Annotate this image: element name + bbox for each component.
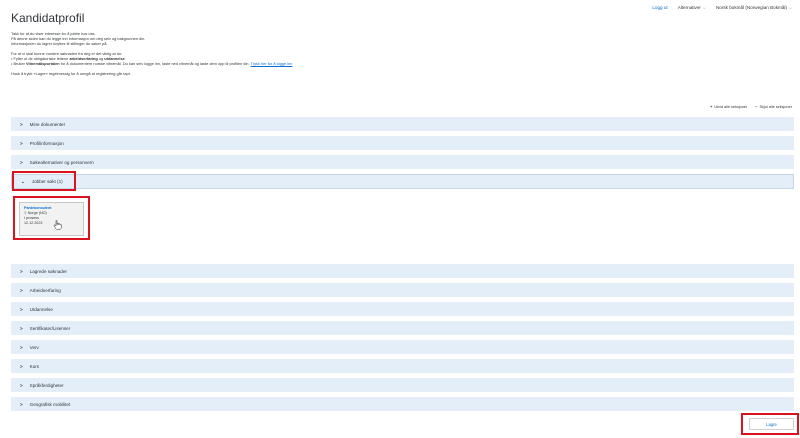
- save-button[interactable]: Lagre: [749, 418, 794, 430]
- section-label: Utdannelse: [29, 306, 53, 312]
- expand-all-button[interactable]: + Utvid alle seksjoner: [710, 105, 747, 109]
- chevron-right-icon: >: [20, 121, 23, 127]
- intro-line: Husk å trykk «Lagre» regelmessig for å u…: [11, 71, 131, 76]
- collapse-all-label: Skjul alle seksjoner: [759, 105, 793, 109]
- section-label: Språkferdigheter: [29, 382, 64, 388]
- chevron-right-icon: >: [20, 306, 23, 312]
- jobber-sokt-content: [11, 190, 794, 262]
- bullet-bold: Vitnemålsportalen: [26, 61, 60, 66]
- section-label: Sertifikater/Lisenser: [29, 325, 71, 331]
- section-mine-dokumenter[interactable]: > Mine dokumenter: [11, 117, 794, 132]
- plus-icon: +: [710, 105, 713, 109]
- chevron-right-icon: >: [20, 159, 23, 165]
- section-label: Arbeidserfaring: [29, 287, 61, 293]
- chevron-right-icon: >: [20, 268, 23, 274]
- logout-link[interactable]: Logg ut: [652, 5, 667, 10]
- location-text: Norge (NO): [27, 211, 47, 215]
- location-pin-icon: ⚲: [24, 211, 27, 215]
- section-utdannelse[interactable]: > Utdannelse: [11, 302, 794, 317]
- job-date: 12.12.2023: [24, 221, 43, 225]
- language-label: Norsk bokmål (Norwegian Bokmål): [715, 5, 787, 10]
- page-title: Kandidatprofil: [11, 11, 85, 25]
- section-jobber-sokt[interactable]: ⌄ Jobber søkt (1): [11, 174, 794, 189]
- section-label: Mine dokumenter: [29, 121, 66, 127]
- bullet-text: for å dokumentere norske vitnemål. Du ka…: [59, 61, 251, 66]
- section-geografisk-mobilitet[interactable]: > Geografisk mobilitet: [11, 397, 794, 412]
- section-lagrede-soknader[interactable]: > Lagrede søknader: [11, 264, 794, 279]
- top-bar: Logg ut Alternativer ⌵ Norsk bokmål (Nor…: [652, 5, 792, 10]
- job-application-card[interactable]: Pantekonsulent ⚲Norge (NO) I prosess 12.…: [19, 202, 84, 236]
- expand-all-label: Utvid alle seksjoner: [714, 105, 748, 109]
- intro-text: Takk for at du viser interesse for å job…: [11, 31, 571, 76]
- expand-controls: + Utvid alle seksjoner − Skjul alle seksjo…: [710, 105, 792, 109]
- section-label: Lagrede søknader: [29, 268, 67, 274]
- chevron-right-icon: >: [20, 344, 23, 350]
- chevron-right-icon: >: [20, 140, 23, 146]
- section-kurs[interactable]: > Kurs: [11, 359, 794, 374]
- chevron-right-icon: >: [20, 363, 23, 369]
- section-label: Geografisk mobilitet: [29, 401, 71, 407]
- section-sprakferdigheter[interactable]: > Språkferdigheter: [11, 378, 794, 393]
- section-label: Søkealternativer og personvern: [29, 159, 94, 165]
- alternatives-menu[interactable]: Alternativer ⌵: [678, 5, 706, 10]
- chevron-right-icon: >: [20, 401, 23, 407]
- minus-icon: −: [755, 105, 758, 109]
- section-sokealternativer[interactable]: > Søkealternativer og personvern: [11, 155, 794, 170]
- section-label: Jobber søkt (1): [31, 179, 63, 184]
- requirements-list: Fyller ut de obligatoriske feltene arbei…: [11, 56, 571, 66]
- alternatives-label: Alternativer: [677, 5, 701, 10]
- language-menu[interactable]: Norsk bokmål (Norwegian Bokmål) ⌵: [716, 5, 792, 10]
- section-label: Profilinformasjon: [29, 140, 64, 146]
- section-verv[interactable]: > Verv: [11, 340, 794, 355]
- section-arbeidserfaring[interactable]: > Arbeidserfaring: [11, 283, 794, 298]
- collapse-all-button[interactable]: − Skjul alle seksjoner: [755, 105, 792, 109]
- login-portal-link[interactable]: Trykk her for å logge inn: [251, 61, 293, 66]
- hand-cursor-icon: [53, 220, 62, 230]
- chevron-right-icon: >: [20, 325, 23, 331]
- chevron-right-icon: >: [20, 287, 23, 293]
- section-profilinformasjon[interactable]: > Profilinformasjon: [11, 136, 794, 151]
- section-label: Verv: [29, 344, 39, 350]
- chevron-right-icon: >: [20, 382, 23, 388]
- section-sertifikater[interactable]: > Sertifikater/Lisenser: [11, 321, 794, 336]
- chevron-down-icon: ⌵: [702, 5, 706, 10]
- chevron-down-icon: ⌄: [21, 178, 25, 184]
- chevron-down-icon: ⌵: [788, 5, 792, 10]
- section-label: Kurs: [29, 363, 40, 369]
- bullet-text: Bruker: [13, 61, 26, 66]
